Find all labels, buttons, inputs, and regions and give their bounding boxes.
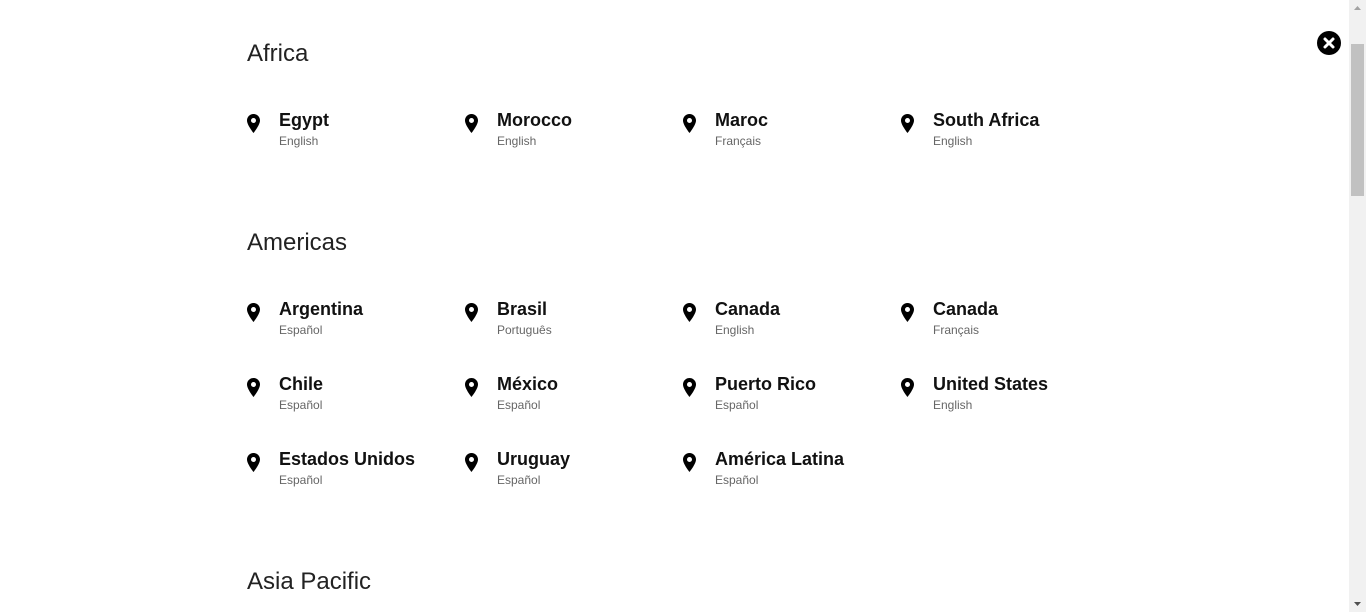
scroll-down-arrow-icon[interactable] (1349, 595, 1366, 612)
country-language: Español (279, 398, 323, 412)
close-icon (1323, 37, 1335, 49)
map-pin-icon (683, 114, 696, 133)
country-name: Argentina (279, 299, 364, 319)
country-selector-page: Africa Egypt English Morocco English Mar… (0, 0, 1366, 612)
country-name: México (497, 374, 559, 394)
country-name: Uruguay (497, 449, 571, 469)
country-link-south-africa[interactable]: South Africa English (901, 110, 1111, 160)
map-pin-icon (247, 453, 260, 472)
country-name: Canada (715, 299, 781, 319)
country-name: United States (933, 374, 1049, 394)
country-name: Maroc (715, 110, 769, 130)
country-name: South Africa (933, 110, 1040, 130)
map-pin-icon (247, 303, 260, 322)
country-link-uruguay[interactable]: Uruguay Español (465, 449, 675, 499)
map-pin-icon (465, 303, 478, 322)
country-link-chile[interactable]: Chile Español (247, 374, 457, 424)
country-link-estados-unidos[interactable]: Estados Unidos Español (247, 449, 457, 499)
country-name: Chile (279, 374, 324, 394)
map-pin-icon (247, 114, 260, 133)
country-language: Español (715, 473, 759, 487)
country-language: English (715, 323, 755, 337)
country-link-canada-english[interactable]: Canada English (683, 299, 893, 349)
map-pin-icon (683, 303, 696, 322)
country-name: Estados Unidos (279, 449, 416, 469)
country-language: English (933, 398, 973, 412)
region-title-asia-pacific: Asia Pacific (247, 568, 372, 595)
country-link-egypt[interactable]: Egypt English (247, 110, 457, 160)
country-language: Español (279, 473, 323, 487)
country-link-canada-francais[interactable]: Canada Français (901, 299, 1111, 349)
country-language: Português (497, 323, 552, 337)
country-name: América Latina (715, 449, 845, 469)
map-pin-icon (683, 378, 696, 397)
country-link-mexico[interactable]: México Español (465, 374, 675, 424)
map-pin-icon (247, 378, 260, 397)
map-pin-icon (683, 453, 696, 472)
country-link-brasil[interactable]: Brasil Português (465, 299, 675, 349)
map-pin-icon (465, 378, 478, 397)
country-name: Morocco (497, 110, 573, 130)
country-language: English (933, 134, 973, 148)
country-name: Canada (933, 299, 999, 319)
map-pin-icon (901, 303, 914, 322)
country-link-maroc[interactable]: Maroc Français (683, 110, 893, 160)
country-language: Français (715, 134, 762, 148)
map-pin-icon (901, 378, 914, 397)
country-language: Français (933, 323, 980, 337)
country-language: English (497, 134, 537, 148)
country-language: Español (497, 473, 541, 487)
country-name: Brasil (497, 299, 548, 319)
vertical-scrollbar[interactable] (1349, 0, 1366, 612)
country-link-united-states[interactable]: United States English (901, 374, 1111, 424)
country-link-morocco[interactable]: Morocco English (465, 110, 675, 160)
region-title-americas: Americas (247, 229, 348, 256)
scroll-up-arrow-icon[interactable] (1349, 0, 1366, 17)
country-language: Español (279, 323, 323, 337)
map-pin-icon (901, 114, 914, 133)
country-name: Puerto Rico (715, 374, 817, 394)
country-link-puerto-rico[interactable]: Puerto Rico Español (683, 374, 893, 424)
region-title-africa: Africa (247, 40, 309, 67)
country-link-america-latina[interactable]: América Latina Español (683, 449, 893, 499)
map-pin-icon (465, 453, 478, 472)
scrollbar-thumb[interactable] (1351, 44, 1364, 196)
country-language: Español (715, 398, 759, 412)
country-language: English (279, 134, 319, 148)
country-name: Egypt (279, 110, 330, 130)
map-pin-icon (465, 114, 478, 133)
close-button[interactable] (1317, 31, 1341, 55)
country-link-argentina[interactable]: Argentina Español (247, 299, 457, 349)
country-language: Español (497, 398, 541, 412)
